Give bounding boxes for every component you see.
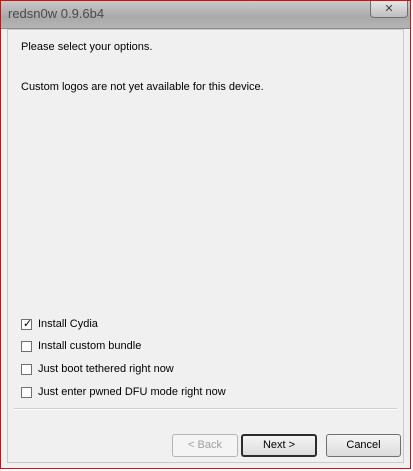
prompt-text: Please select your options.: [21, 41, 153, 53]
option-label: Just boot tethered right now: [38, 363, 174, 375]
wizard-panel: Please select your options. Custom logos…: [7, 29, 404, 463]
option-boot-tethered[interactable]: Just boot tethered right now: [21, 362, 174, 376]
option-label: Just enter pwned DFU mode right now: [38, 386, 226, 398]
checkbox-pwned-dfu[interactable]: [21, 386, 32, 398]
title-bar[interactable]: redsn0w 0.9.6b4 ✕: [1, 1, 410, 29]
option-install-cydia[interactable]: ✓ Install Cydia: [21, 317, 98, 331]
checkbox-install-custom-bundle[interactable]: [21, 340, 32, 352]
notice-text: Custom logos are not yet available for t…: [21, 81, 264, 93]
option-label: Install Cydia: [38, 318, 98, 330]
button-divider: [14, 408, 397, 410]
installer-window: redsn0w 0.9.6b4 ✕ Please select your opt…: [0, 0, 411, 469]
checkmark-icon: ✓: [23, 317, 33, 330]
close-icon: ✕: [384, 3, 394, 15]
close-button[interactable]: ✕: [370, 1, 408, 18]
option-label: Install custom bundle: [38, 340, 142, 352]
checkbox-boot-tethered[interactable]: [21, 363, 32, 375]
checkbox-install-cydia[interactable]: ✓: [21, 317, 33, 330]
option-pwned-dfu[interactable]: Just enter pwned DFU mode right now: [21, 385, 226, 399]
option-install-custom-bundle[interactable]: Install custom bundle: [21, 339, 141, 353]
next-button[interactable]: Next >: [241, 434, 317, 457]
back-button[interactable]: < Back: [172, 434, 238, 457]
cancel-button[interactable]: Cancel: [326, 434, 401, 457]
window-title: redsn0w 0.9.6b4: [8, 6, 105, 21]
